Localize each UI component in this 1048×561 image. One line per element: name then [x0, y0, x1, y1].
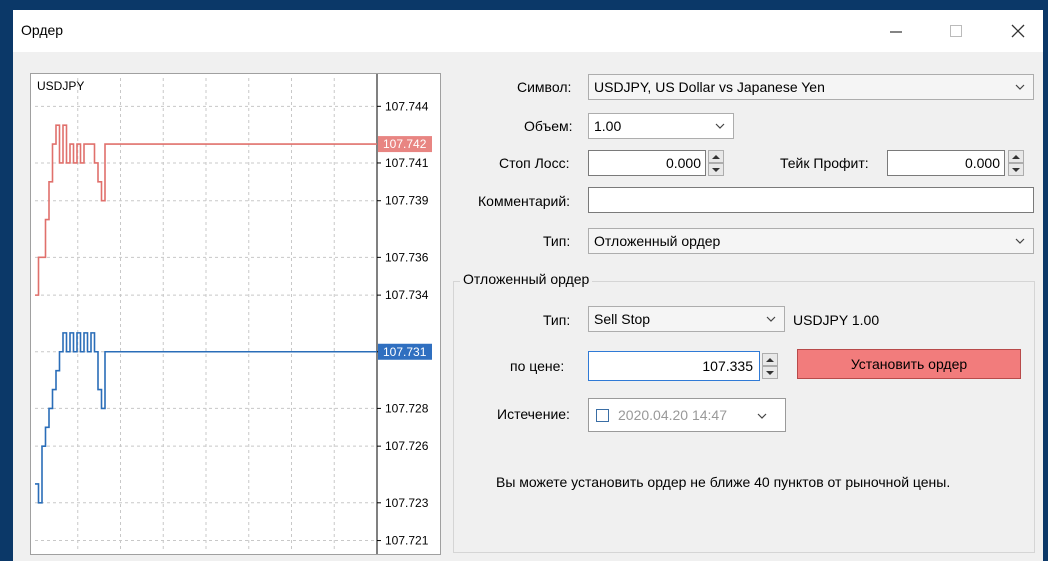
- y-tick-label: 107.739: [385, 194, 429, 208]
- y-tick-label: 107.726: [385, 439, 429, 453]
- pending-type-label: Тип:: [543, 312, 571, 328]
- spin-down-icon[interactable]: [708, 163, 724, 176]
- volume-value: 1.00: [594, 118, 622, 134]
- comment-label: Комментарий:: [478, 193, 571, 209]
- takeprofit-label: Тейк Профит:: [780, 155, 869, 171]
- chart-symbol-label: USDJPY: [37, 79, 84, 93]
- minimize-button[interactable]: [873, 10, 919, 52]
- maximize-icon: [950, 25, 962, 37]
- title-bar: Ордер: [13, 10, 1043, 52]
- place-order-button[interactable]: Установить ордер: [797, 349, 1021, 379]
- price-spinner[interactable]: [762, 353, 778, 379]
- window-title: Ордер: [21, 22, 64, 38]
- distance-note: Вы можете установить ордер не ближе 40 п…: [496, 474, 951, 490]
- expiry-checkbox[interactable]: [596, 409, 609, 422]
- y-tick-label: 107.736: [385, 250, 429, 264]
- price-input[interactable]: 107.335: [588, 351, 760, 381]
- y-tick-label: 107.723: [385, 496, 429, 510]
- stoploss-input[interactable]: 0.000: [588, 150, 706, 176]
- order-type-select[interactable]: Отложенный ордер: [588, 228, 1034, 254]
- y-tick-label: 107.741: [385, 156, 429, 170]
- stoploss-label: Стоп Лосс:: [499, 155, 570, 171]
- price-chart: 107.744 107.741 107.739 107.736 107.734 107.7…: [30, 73, 441, 555]
- takeprofit-input[interactable]: 0.000: [887, 150, 1005, 176]
- chart-svg: 107.744 107.741 107.739 107.736 107.734 107.7…: [35, 74, 432, 554]
- expiry-label: Истечение:: [497, 406, 570, 422]
- symbol-select-value: USDJPY, US Dollar vs Japanese Yen: [594, 79, 825, 95]
- stoploss-spinner[interactable]: [708, 150, 724, 176]
- takeprofit-value: 0.000: [964, 155, 1000, 171]
- close-icon: [1011, 24, 1025, 38]
- type-label: Тип:: [543, 233, 571, 249]
- chevron-down-icon: [766, 316, 776, 322]
- y-tick-label: 107.734: [385, 288, 429, 302]
- stoploss-value: 0.000: [665, 155, 701, 171]
- expiry-datetime-picker[interactable]: 2020.04.20 14:47: [588, 398, 786, 432]
- bid-price-tag: 107.731: [383, 345, 427, 359]
- pending-group-title: Отложенный ордер: [460, 271, 593, 287]
- y-tick-label: 107.744: [385, 99, 429, 113]
- maximize-button[interactable]: [933, 10, 979, 52]
- close-button[interactable]: [995, 10, 1041, 52]
- volume-select[interactable]: 1.00: [588, 113, 734, 139]
- symbol-volume-text: USDJPY 1.00: [793, 312, 880, 328]
- price-value: 107.335: [702, 358, 753, 374]
- order-dialog: Ордер 107.744 107.741 107.739 107.736 107.73…: [13, 10, 1043, 561]
- symbol-select[interactable]: USDJPY, US Dollar vs Japanese Yen: [588, 74, 1034, 100]
- chevron-down-icon: [715, 123, 725, 129]
- bid-price-line: [35, 332, 377, 504]
- y-tick-label: 107.721: [385, 534, 429, 548]
- spin-down-icon[interactable]: [1008, 163, 1024, 176]
- spin-up-icon[interactable]: [1008, 150, 1024, 163]
- spin-up-icon[interactable]: [708, 150, 724, 163]
- pending-type-select[interactable]: Sell Stop: [588, 306, 785, 332]
- chevron-down-icon[interactable]: [755, 409, 769, 423]
- spin-up-icon[interactable]: [762, 353, 778, 366]
- volume-label: Объем:: [524, 118, 573, 134]
- price-label: по цене:: [510, 358, 565, 374]
- pending-type-value: Sell Stop: [594, 311, 651, 327]
- order-type-value: Отложенный ордер: [594, 233, 721, 249]
- chevron-down-icon: [1015, 238, 1025, 244]
- takeprofit-spinner[interactable]: [1008, 150, 1024, 176]
- ask-price-tag: 107.742: [383, 137, 427, 151]
- symbol-label: Символ:: [517, 79, 572, 95]
- comment-input[interactable]: [588, 187, 1034, 213]
- chevron-down-icon: [1015, 84, 1025, 90]
- y-tick-label: 107.728: [385, 401, 429, 415]
- minimize-icon: [890, 31, 902, 33]
- expiry-value: 2020.04.20 14:47: [618, 407, 727, 423]
- spin-down-icon[interactable]: [762, 366, 778, 379]
